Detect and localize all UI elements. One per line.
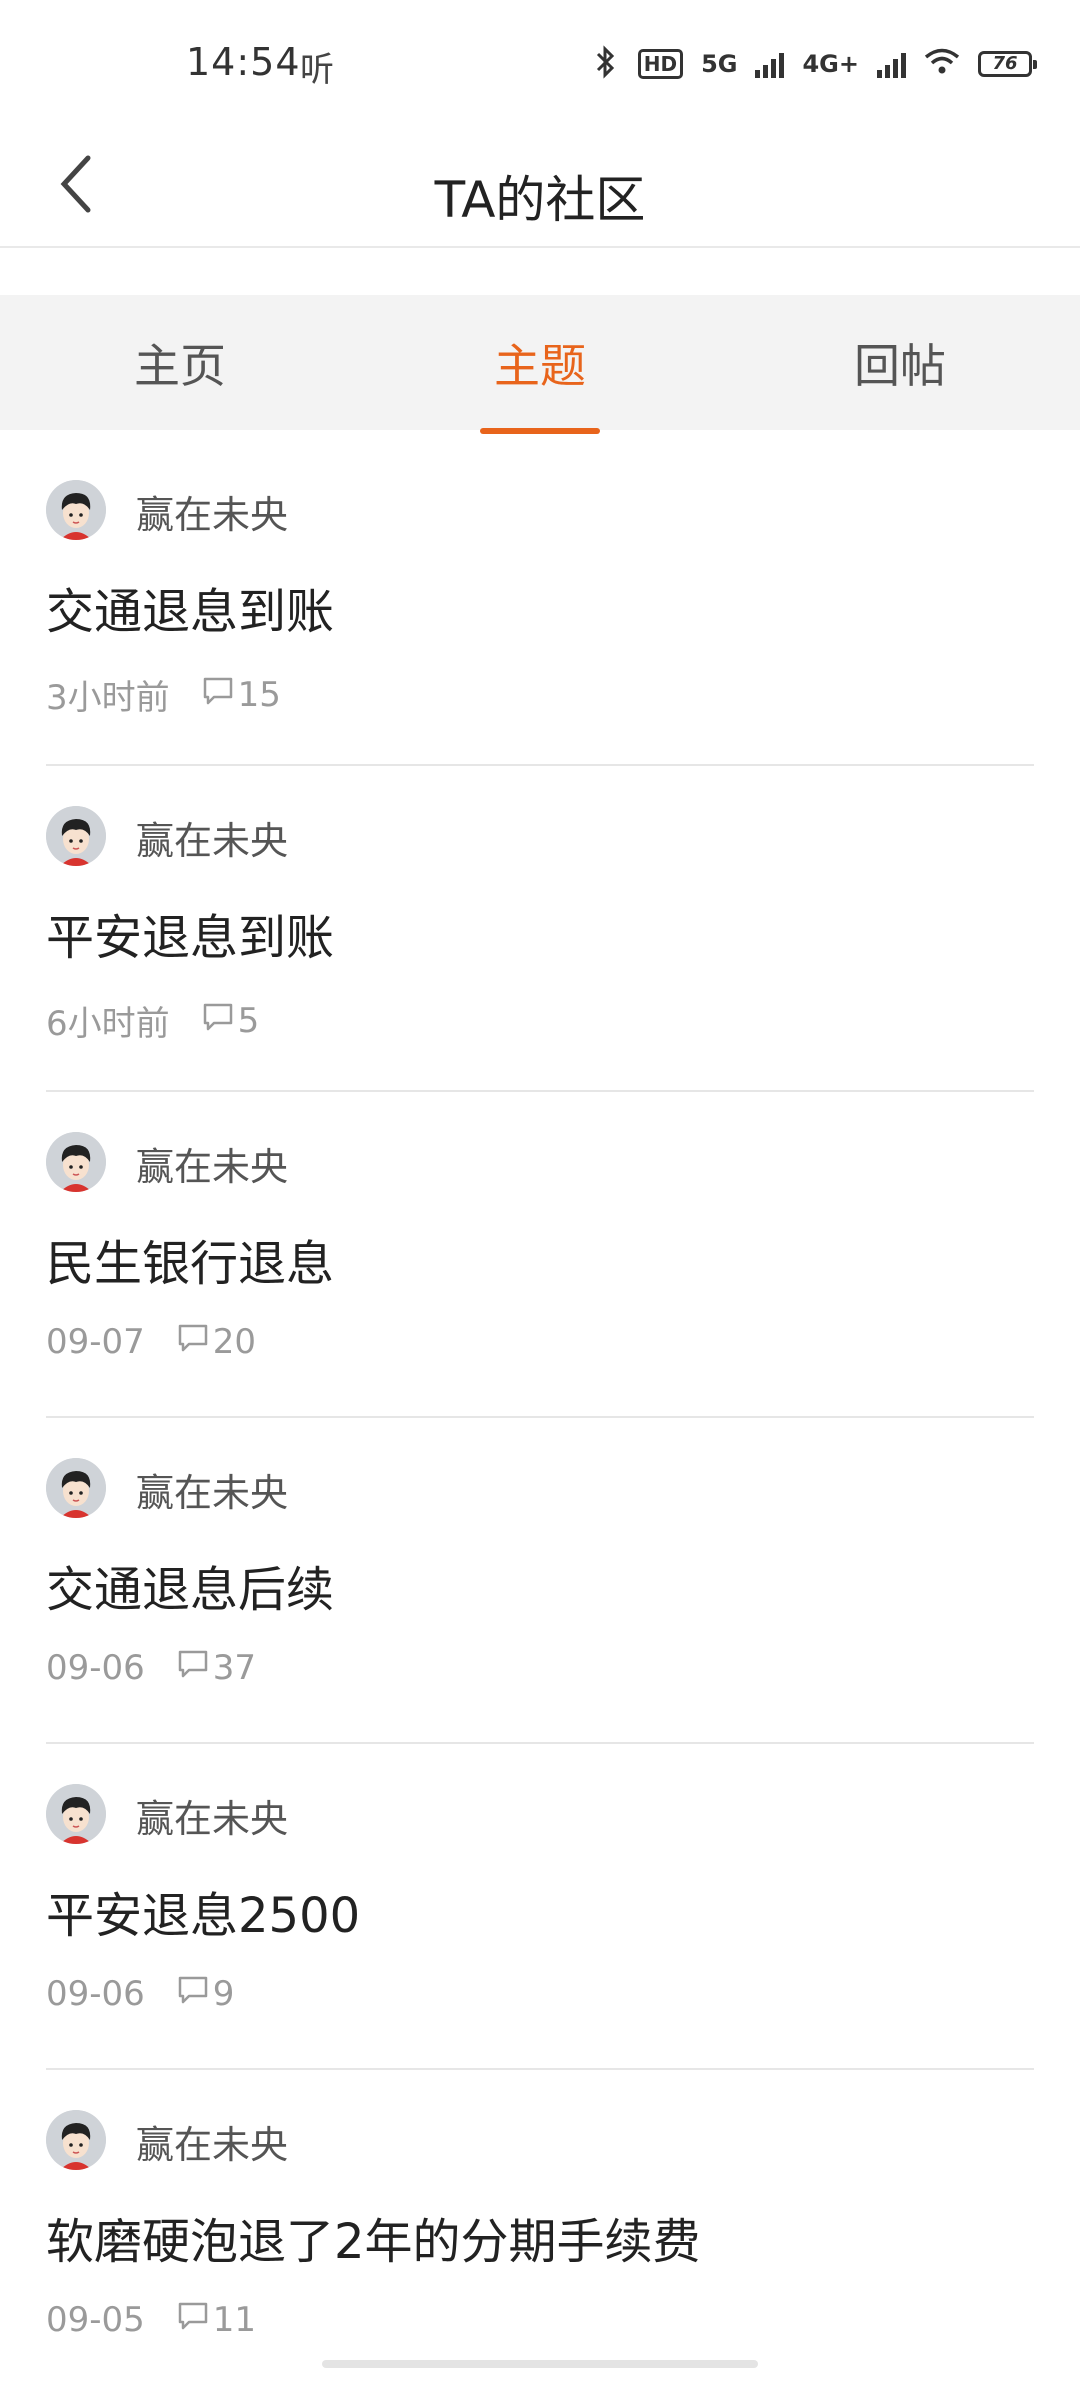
post-author[interactable]: 赢在未央 xyxy=(136,810,288,865)
post-time: 09-07 xyxy=(46,1322,145,1362)
signal-5g-icon xyxy=(755,50,785,78)
avatar[interactable] xyxy=(46,2110,106,2170)
avatar[interactable] xyxy=(46,1132,106,1192)
post-item[interactable]: 赢在未央 民生银行退息 09-07 20 xyxy=(46,1092,1034,1418)
post-time: 09-06 xyxy=(46,1648,145,1688)
status-icons: HD 5G 4G+ 76 xyxy=(592,44,1037,84)
comment-count-value: 9 xyxy=(212,1974,235,2014)
post-meta: 3小时前 15 xyxy=(46,670,281,719)
tab-home-label: 主页 xyxy=(134,338,226,393)
post-meta: 09-06 37 xyxy=(46,1648,256,1688)
comment-count: 9 xyxy=(177,1974,235,2014)
post-meta: 09-06 9 xyxy=(46,1974,234,2014)
post-title[interactable]: 平安退息2500 xyxy=(46,1876,360,1946)
tab-topics[interactable]: 主题 xyxy=(360,295,720,434)
page-title: TA的社区 xyxy=(434,171,646,229)
avatar[interactable] xyxy=(46,1784,106,1844)
comment-icon xyxy=(202,675,234,715)
post-title[interactable]: 交通退息到账 xyxy=(46,572,334,642)
post-time: 6小时前 xyxy=(46,1004,170,1044)
network-4g-label: 4G+ xyxy=(802,50,859,78)
post-time: 09-05 xyxy=(46,2300,145,2340)
comment-count: 15 xyxy=(202,675,281,715)
comment-icon xyxy=(177,1648,209,1688)
network-5g-label: 5G xyxy=(701,50,738,78)
tab-home[interactable]: 主页 xyxy=(0,295,360,430)
post-author[interactable]: 赢在未央 xyxy=(136,2114,288,2169)
post-item[interactable]: 赢在未央 软磨硬泡退了2年的分期手续费 09-05 11 xyxy=(46,2070,1034,2396)
post-meta: 09-05 11 xyxy=(46,2300,256,2340)
post-item[interactable]: 赢在未央 交通退息后续 09-06 37 xyxy=(46,1418,1034,1744)
comment-count: 37 xyxy=(177,1648,256,1688)
listen-icon: 听 xyxy=(300,50,334,90)
tab-bar: 主页 主题 回帖 xyxy=(0,295,1080,434)
comment-count-value: 5 xyxy=(237,1000,260,1041)
avatar[interactable] xyxy=(46,480,106,540)
post-time: 09-06 xyxy=(46,1974,145,2014)
post-item[interactable]: 赢在未央 平安退息到账 6小时前 5 xyxy=(46,766,1034,1092)
comment-count-value: 15 xyxy=(237,674,281,715)
post-title[interactable]: 软磨硬泡退了2年的分期手续费 xyxy=(46,2202,701,2272)
post-time: 3小时前 xyxy=(46,678,170,718)
tab-topics-label: 主题 xyxy=(494,338,586,393)
post-author[interactable]: 赢在未央 xyxy=(136,484,288,539)
status-time: 14:54 xyxy=(186,40,301,84)
comment-count-value: 11 xyxy=(212,2300,257,2340)
battery-icon: 76 xyxy=(978,51,1037,77)
comment-icon xyxy=(177,1974,209,2014)
post-list: 赢在未央 交通退息到账 3小时前 15 赢在未央 平安退息到账 6小时前 5 赢… xyxy=(0,440,1080,2396)
post-meta: 09-07 20 xyxy=(46,1322,256,1362)
avatar[interactable] xyxy=(46,806,106,866)
comment-count: 20 xyxy=(177,1322,256,1362)
comment-count: 5 xyxy=(202,1000,260,1041)
comment-count-value: 37 xyxy=(212,1648,257,1688)
post-item[interactable]: 赢在未央 平安退息2500 09-06 9 xyxy=(46,1744,1034,2070)
wifi-icon xyxy=(924,48,960,80)
comment-icon xyxy=(177,2300,209,2340)
bluetooth-icon xyxy=(592,45,620,83)
avatar[interactable] xyxy=(46,1458,106,1518)
comment-count: 11 xyxy=(177,2300,256,2340)
post-title[interactable]: 平安退息到账 xyxy=(46,898,334,968)
post-title[interactable]: 民生银行退息 xyxy=(46,1224,334,1294)
status-bar: 14:54 听 HD 5G 4G+ 76 xyxy=(0,0,1080,130)
signal-4g-icon xyxy=(877,50,906,78)
post-author[interactable]: 赢在未央 xyxy=(136,1136,288,1191)
comment-icon xyxy=(202,1001,234,1041)
nav-bar: TA的社区 xyxy=(0,130,1080,248)
home-indicator[interactable] xyxy=(322,2360,758,2368)
post-item[interactable]: 赢在未央 交通退息到账 3小时前 15 xyxy=(46,440,1034,766)
tab-replies[interactable]: 回帖 xyxy=(720,295,1080,430)
comment-count-value: 20 xyxy=(212,1322,257,1362)
post-meta: 6小时前 5 xyxy=(46,996,259,1045)
post-author[interactable]: 赢在未央 xyxy=(136,1462,288,1517)
tab-active-indicator xyxy=(480,428,600,434)
tab-replies-label: 回帖 xyxy=(854,338,946,393)
hd-icon: HD xyxy=(637,49,684,79)
post-author[interactable]: 赢在未央 xyxy=(136,1788,288,1843)
post-title[interactable]: 交通退息后续 xyxy=(46,1550,334,1620)
comment-icon xyxy=(177,1322,209,1362)
